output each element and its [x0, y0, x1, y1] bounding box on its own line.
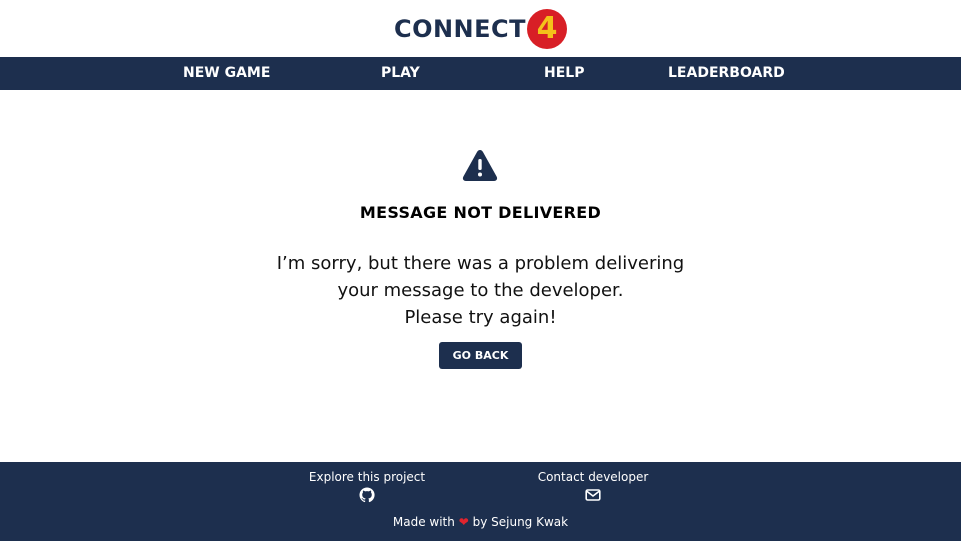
message-line-2: your message to the developer. — [337, 280, 624, 301]
heart-icon: ❤ — [458, 515, 469, 529]
explore-project-label: Explore this project — [308, 470, 426, 484]
message-body: I’m sorry, but there was a problem deliv… — [0, 250, 961, 331]
nav-play[interactable]: PLAY — [381, 57, 420, 90]
message-line-1: I’m sorry, but there was a problem deliv… — [276, 253, 685, 274]
logo[interactable]: CONNECT 4 — [0, 9, 961, 49]
logo-badge: 4 — [527, 9, 568, 49]
github-icon[interactable] — [359, 487, 375, 503]
warning-triangle-icon — [462, 150, 498, 181]
page: CONNECT 4 NEW GAME PLAY HELP LEADERBOARD… — [0, 0, 961, 541]
envelope-icon[interactable] — [585, 487, 601, 503]
logo-text: CONNECT — [393, 15, 527, 43]
made-with-credit: Made with ❤ by Sejung Kwak — [0, 515, 961, 529]
message-title: MESSAGE NOT DELIVERED — [359, 203, 602, 222]
logo-badge-number: 4 — [536, 11, 558, 46]
contact-developer-link[interactable]: Contact developer — [513, 470, 673, 503]
explore-project-link[interactable]: Explore this project — [287, 470, 447, 503]
footer: Explore this project Contact developer M… — [0, 462, 961, 541]
nav-help[interactable]: HELP — [544, 57, 584, 90]
main-nav: NEW GAME PLAY HELP LEADERBOARD — [0, 57, 961, 90]
nav-new-game[interactable]: NEW GAME — [183, 57, 270, 90]
go-back-button[interactable]: GO BACK — [439, 342, 522, 369]
message-line-3: Please try again! — [404, 307, 557, 328]
contact-developer-label: Contact developer — [537, 470, 649, 484]
nav-leaderboard[interactable]: LEADERBOARD — [668, 57, 785, 90]
made-with-suffix: by Sejung Kwak — [472, 515, 569, 529]
made-with-prefix: Made with — [392, 515, 455, 529]
